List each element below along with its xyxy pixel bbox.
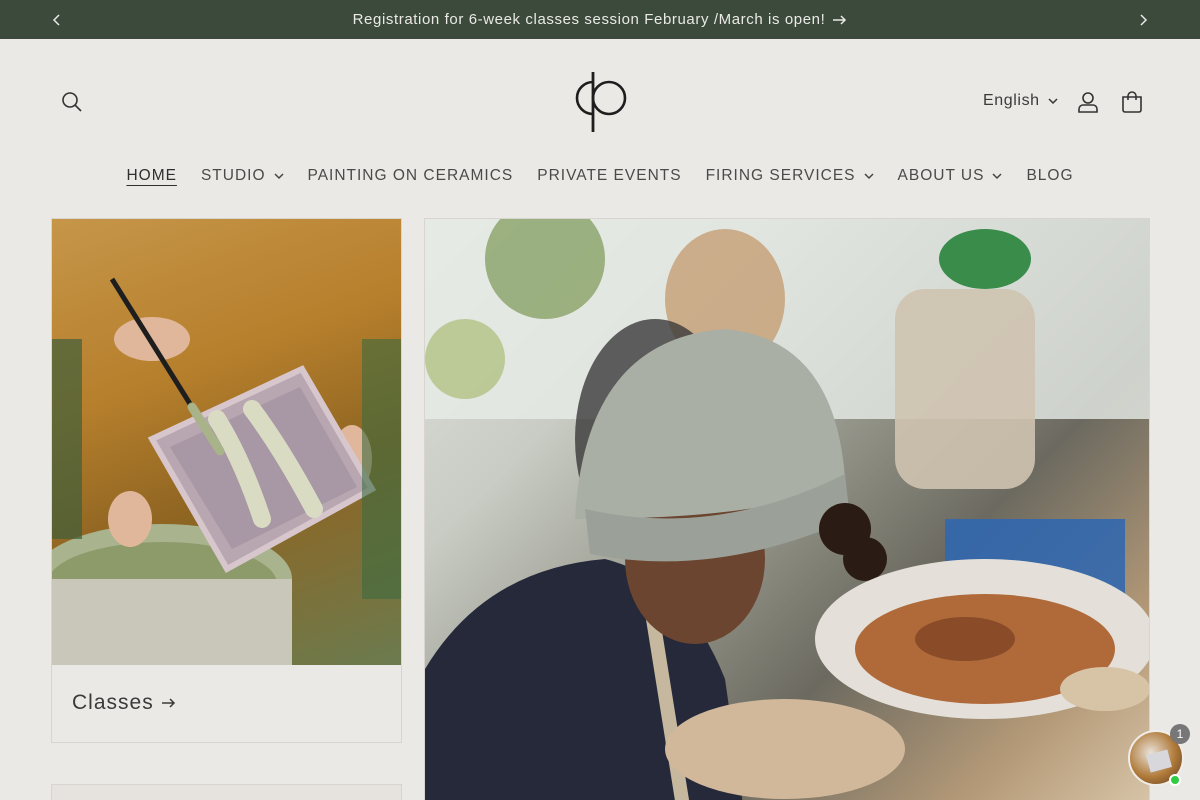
- announcement-prev-button[interactable]: [37, 0, 77, 39]
- nav-label: ABOUT US: [897, 167, 985, 184]
- account-button[interactable]: [1068, 82, 1108, 122]
- nav-item-blog[interactable]: BLOG: [1014, 160, 1085, 192]
- main-nav: HOME STUDIO PAINTING ON CERAMICS PRIVATE…: [0, 160, 1200, 192]
- pottery-wheel-photo: [425, 219, 1149, 800]
- nav-label: PAINTING ON CERAMICS: [307, 167, 514, 184]
- announcement-text: Registration for 6-week classes session …: [352, 11, 826, 28]
- nav-item-studio[interactable]: STUDIO: [189, 160, 296, 192]
- nav-label: FIRING SERVICES: [705, 167, 856, 184]
- nav-item-painting-on-ceramics[interactable]: PAINTING ON CERAMICS: [296, 160, 526, 192]
- ceramic-painting-photo: [52, 277, 401, 665]
- classes-card-image: [52, 219, 401, 665]
- nav-label: BLOG: [1026, 167, 1074, 184]
- cart-button[interactable]: [1112, 82, 1152, 122]
- nav-item-home[interactable]: HOME: [114, 160, 189, 192]
- language-selector[interactable]: English: [983, 88, 1058, 114]
- chat-online-indicator: [1169, 774, 1181, 786]
- search-button[interactable]: [52, 82, 92, 122]
- featured-image-card[interactable]: [424, 218, 1150, 800]
- arrow-right-icon: [833, 14, 847, 25]
- chevron-down-icon: [1048, 97, 1058, 104]
- second-card-peek[interactable]: [51, 784, 402, 800]
- nav-item-about-us[interactable]: ABOUT US: [886, 160, 1015, 192]
- pottery-wheel-illustration: [425, 219, 1149, 800]
- nav-item-firing-services[interactable]: FIRING SERVICES: [694, 160, 886, 192]
- chevron-left-icon: [52, 13, 60, 26]
- classes-card[interactable]: Classes: [51, 218, 402, 743]
- chevron-right-icon: [1140, 13, 1148, 26]
- studio-logo-icon: [575, 72, 627, 132]
- arrow-right-icon: [161, 698, 175, 708]
- chevron-down-icon: [992, 172, 1002, 179]
- logo[interactable]: [571, 68, 631, 136]
- nav-item-private-events[interactable]: PRIVATE EVENTS: [525, 160, 693, 192]
- classes-label: Classes: [72, 691, 154, 714]
- nav-label: STUDIO: [200, 167, 266, 184]
- chevron-down-icon: [273, 172, 284, 179]
- classes-card-title[interactable]: Classes: [72, 691, 176, 715]
- user-icon: [1078, 92, 1098, 113]
- announcement-next-button[interactable]: [1123, 0, 1163, 39]
- search-icon: [62, 92, 82, 112]
- nav-label: PRIVATE EVENTS: [537, 167, 682, 184]
- nav-label: HOME: [126, 167, 177, 184]
- announcement-bar: Registration for 6-week classes session …: [0, 0, 1200, 39]
- shopping-bag-icon: [1122, 91, 1142, 113]
- chevron-down-icon: [863, 172, 874, 179]
- language-label: English: [983, 92, 1040, 109]
- announcement-link[interactable]: Registration for 6-week classes session …: [353, 11, 848, 28]
- chat-unread-badge: 1: [1170, 724, 1190, 744]
